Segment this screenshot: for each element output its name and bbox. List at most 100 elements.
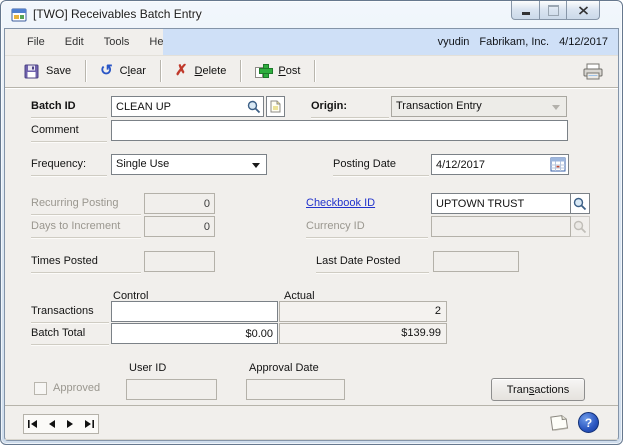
batch-total-row-label: Batch Total	[31, 325, 109, 345]
delete-label: Delete	[195, 65, 227, 77]
printer-icon	[582, 63, 604, 80]
next-record-icon	[65, 419, 75, 429]
help-button[interactable]: ?	[578, 412, 599, 433]
record-navigation	[23, 414, 99, 434]
comment-label: Comment	[31, 122, 107, 142]
checkbook-id-field	[431, 193, 571, 214]
days-to-increment-field	[144, 216, 215, 237]
days-to-increment-input	[145, 217, 214, 236]
times-posted-label: Times Posted	[31, 253, 141, 273]
receivables-batch-entry-window: [TWO] Receivables Batch Entry File Edit …	[0, 0, 623, 445]
transactions-control-field	[111, 301, 278, 322]
magnifier-icon	[573, 220, 587, 234]
save-button[interactable]: Save	[13, 58, 82, 84]
last-date-posted-field	[433, 251, 519, 272]
checkbook-id-lookup-button[interactable]	[570, 193, 590, 214]
posting-date-label: Posting Date	[333, 156, 429, 176]
batch-id-label: Batch ID	[31, 98, 107, 118]
approval-date-input	[247, 380, 344, 399]
approval-date-field	[246, 379, 345, 400]
nav-first-button[interactable]	[24, 415, 43, 433]
caption-buttons	[511, 1, 600, 20]
recurring-posting-label: Recurring Posting	[31, 195, 141, 215]
posting-date-calendar-button[interactable]	[550, 157, 566, 177]
currency-id-field	[431, 216, 571, 237]
post-icon	[255, 64, 271, 79]
last-date-posted-label: Last Date Posted	[316, 253, 429, 273]
comment-field	[111, 120, 568, 141]
times-posted-field	[144, 251, 215, 272]
post-label: Post	[278, 65, 300, 77]
transactions-button[interactable]: Transactions	[491, 378, 585, 401]
frequency-dropdown[interactable]: Single Use	[111, 154, 267, 175]
transactions-row-label: Transactions	[31, 303, 109, 323]
frequency-label: Frequency:	[31, 156, 107, 176]
nav-previous-button[interactable]	[43, 415, 62, 433]
minimize-button[interactable]	[511, 1, 540, 20]
toolbar-separator	[85, 60, 86, 82]
toolbar: Save ↺ Clear ✗ Delete Post	[5, 55, 618, 88]
posting-date-field	[431, 154, 569, 175]
help-icon: ?	[585, 416, 592, 430]
maximize-button	[540, 1, 567, 20]
toolbar-separator	[314, 60, 315, 82]
first-record-icon	[27, 419, 40, 429]
batch-total-actual-value: $139.99	[279, 323, 447, 344]
currency-id-lookup-button	[570, 216, 590, 237]
posting-date-input[interactable]	[432, 155, 568, 174]
last-date-posted-input	[434, 252, 518, 271]
toolbar-separator	[240, 60, 241, 82]
user-id-header: User ID	[129, 360, 166, 379]
session-info-band: vyudin Fabrikam, Inc. 4/12/2017	[163, 29, 618, 55]
magnifier-icon	[573, 197, 587, 211]
origin-value: Transaction Entry	[396, 100, 482, 112]
note-button[interactable]	[549, 413, 571, 437]
menu-edit[interactable]: Edit	[55, 29, 94, 55]
post-button[interactable]: Post	[244, 58, 311, 84]
transactions-control-input[interactable]	[112, 302, 277, 321]
delete-icon: ✗	[175, 64, 188, 78]
chevron-down-icon	[552, 105, 560, 110]
save-label: Save	[46, 65, 71, 77]
approval-date-header: Approval Date	[249, 360, 319, 379]
recurring-posting-input	[145, 194, 214, 213]
clear-button[interactable]: ↺ Clear	[89, 58, 157, 84]
previous-record-icon	[47, 419, 57, 429]
maximize-icon	[548, 5, 559, 16]
nav-last-button[interactable]	[80, 415, 99, 433]
batch-total-control-input[interactable]	[112, 324, 277, 343]
comment-input[interactable]	[112, 121, 567, 140]
close-button[interactable]	[567, 1, 600, 20]
chevron-down-icon	[252, 163, 260, 168]
origin-label: Origin:	[311, 98, 389, 118]
checkbook-id-link[interactable]: Checkbook ID	[306, 195, 375, 214]
origin-dropdown: Transaction Entry	[391, 96, 567, 117]
magnifier-icon	[247, 100, 261, 114]
approved-checkbox	[34, 382, 47, 395]
nav-next-button[interactable]	[61, 415, 80, 433]
batch-id-note-button[interactable]	[266, 96, 285, 117]
session-user: vyudin	[438, 36, 470, 48]
notes-icon	[549, 413, 570, 432]
recurring-posting-field	[144, 193, 215, 214]
menu-file[interactable]: File	[17, 29, 55, 55]
close-icon	[578, 6, 589, 15]
delete-button[interactable]: ✗ Delete	[164, 58, 237, 84]
transactions-button-label: Transactions	[507, 384, 570, 396]
approved-label: Approved	[53, 380, 100, 399]
calendar-icon	[550, 157, 566, 172]
toolbar-separator	[160, 60, 161, 82]
user-id-input	[127, 380, 216, 399]
app-window-icon	[11, 7, 27, 28]
print-button[interactable]	[582, 63, 604, 80]
transactions-actual-value: 2	[279, 301, 447, 322]
currency-id-input	[432, 217, 570, 236]
clear-label: Clear	[120, 65, 146, 77]
batch-id-lookup-button[interactable]	[247, 100, 261, 119]
batch-id-input[interactable]	[112, 97, 263, 116]
checkbook-id-input[interactable]	[432, 194, 570, 213]
batch-id-field	[111, 96, 264, 117]
currency-id-label: Currency ID	[306, 218, 428, 238]
frequency-value: Single Use	[116, 158, 169, 170]
menu-tools[interactable]: Tools	[94, 29, 140, 55]
